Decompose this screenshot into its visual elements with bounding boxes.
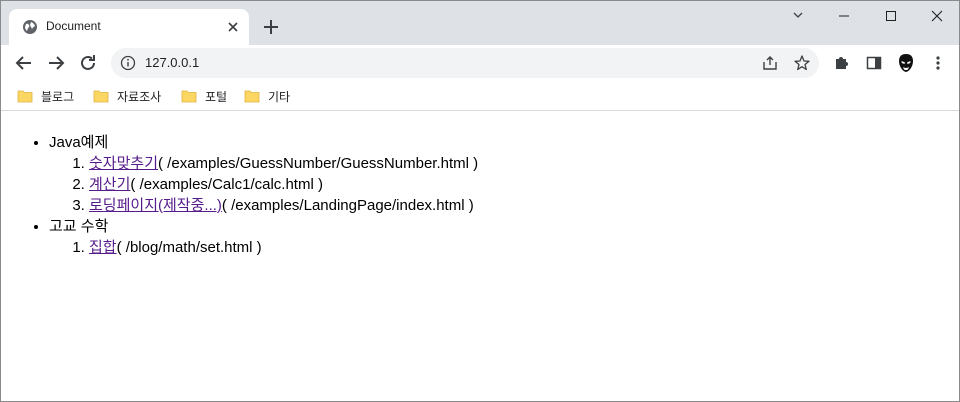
tab-title: Document (46, 19, 101, 33)
maximize-icon (886, 11, 896, 21)
maximize-button[interactable] (867, 1, 913, 31)
tab-document[interactable]: Document (9, 9, 249, 45)
page-content: Java예제 숫자맞추기( /examples/GuessNumber/Gues… (1, 112, 959, 401)
bookmark-folder-etc[interactable]: 기타 (244, 85, 290, 107)
section-java-examples: Java예제 숫자맞추기( /examples/GuessNumber/Gues… (49, 132, 951, 216)
list-item: 로딩페이지(제작중...)( /examples/LandingPage/ind… (89, 195, 951, 216)
address-bar[interactable]: 127.0.0.1 (111, 48, 819, 78)
side-panel-icon[interactable] (864, 53, 884, 73)
example-list: 숫자맞추기( /examples/GuessNumber/GuessNumber… (49, 153, 951, 216)
folder-icon (93, 90, 109, 103)
folder-icon (181, 90, 197, 103)
tab-strip: Document (1, 1, 959, 45)
list-item: 집합( /blog/math/set.html ) (89, 237, 951, 258)
link-landing-page[interactable]: 로딩페이지(제작중...) (89, 197, 222, 214)
link-calculator[interactable]: 계산기 (89, 176, 130, 193)
forward-arrow-icon[interactable] (44, 51, 68, 75)
info-icon[interactable] (120, 55, 136, 71)
math-list: 집합( /blog/math/set.html ) (49, 237, 951, 258)
folder-icon (244, 90, 260, 103)
link-guess-number[interactable]: 숫자맞추기 (89, 155, 158, 172)
bookmark-label: 자료조사 (117, 89, 162, 104)
list-item: 계산기( /examples/Calc1/calc.html ) (89, 174, 951, 195)
minimize-icon (839, 15, 849, 17)
reload-icon[interactable] (76, 51, 100, 75)
close-icon[interactable] (225, 19, 241, 35)
bookmark-label: 기타 (268, 89, 291, 104)
close-window-button[interactable] (913, 1, 959, 31)
minimize-button[interactable] (821, 1, 867, 31)
chevron-down-icon (793, 12, 803, 18)
bookmarks-bar: 블로그 자료조사 포털 기타 (1, 81, 959, 111)
bookmark-folder-blog[interactable]: 블로그 (17, 85, 74, 107)
tab-search-button[interactable] (775, 1, 821, 31)
section-high-school-math: 고교 수학 집합( /blog/math/set.html ) (49, 216, 951, 258)
toolbar: 127.0.0.1 (1, 45, 959, 81)
kebab-menu-icon[interactable] (928, 53, 948, 73)
plus-icon[interactable] (259, 15, 283, 39)
bookmark-label: 블로그 (41, 89, 75, 104)
section-title: Java예제 (49, 134, 109, 151)
bookmark-folder-portal[interactable]: 포털 (181, 85, 227, 107)
back-arrow-icon[interactable] (12, 51, 36, 75)
link-path: ( /examples/LandingPage/index.html ) (221, 197, 474, 214)
list-item: 숫자맞추기( /examples/GuessNumber/GuessNumber… (89, 153, 951, 174)
close-window-icon (931, 10, 943, 22)
profile-avatar-icon[interactable] (896, 53, 916, 73)
section-title: 고교 수학 (49, 218, 109, 235)
link-path: ( /examples/GuessNumber/GuessNumber.html… (158, 155, 479, 172)
browser-window: Document 127.0.0.1 블로그 자료조사 포털 기타 • Java… (0, 0, 960, 402)
folder-icon (17, 90, 33, 103)
bookmark-folder-research[interactable]: 자료조사 (93, 85, 161, 107)
star-icon[interactable] (793, 54, 811, 72)
section-list: Java예제 숫자맞추기( /examples/GuessNumber/Gues… (9, 132, 951, 258)
link-path: ( /examples/Calc1/calc.html ) (130, 176, 323, 193)
share-icon[interactable] (761, 54, 779, 72)
link-set[interactable]: 집합 (89, 239, 117, 256)
puzzle-icon[interactable] (832, 53, 852, 73)
link-path: ( /blog/math/set.html ) (116, 239, 262, 256)
bookmark-label: 포털 (205, 89, 228, 104)
url-text[interactable]: 127.0.0.1 (145, 55, 199, 71)
globe-icon (23, 20, 37, 34)
